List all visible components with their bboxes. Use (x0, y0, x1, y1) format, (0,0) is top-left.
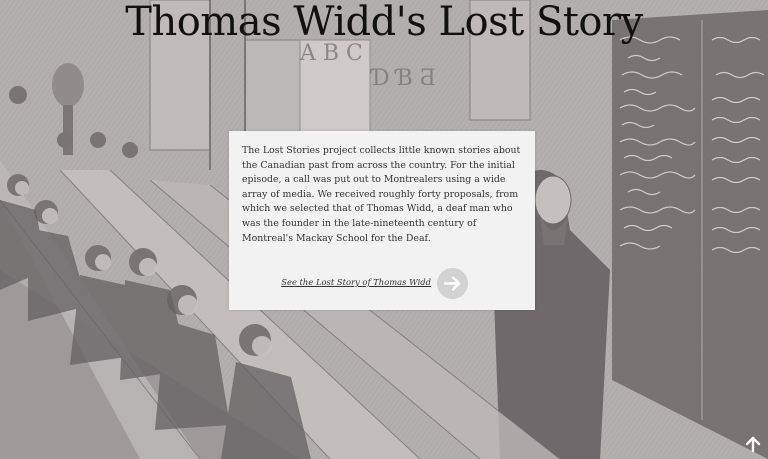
arrow-right-icon-graphic (443, 276, 461, 291)
lost-story-link[interactable]: See the Lost Story of Thomas Widd (281, 277, 431, 287)
intro-card: The Lost Stories project collects little… (229, 131, 535, 310)
scroll-to-top-button[interactable] (744, 435, 762, 453)
arrow-right-icon[interactable] (437, 268, 468, 299)
lost-story-link-row: See the Lost Story of Thomas Widd (229, 268, 535, 299)
intro-text: The Lost Stories project collects little… (242, 145, 521, 244)
page-title: Thomas Widd's Lost Story (125, 0, 643, 45)
arrow-up-icon (745, 436, 761, 453)
